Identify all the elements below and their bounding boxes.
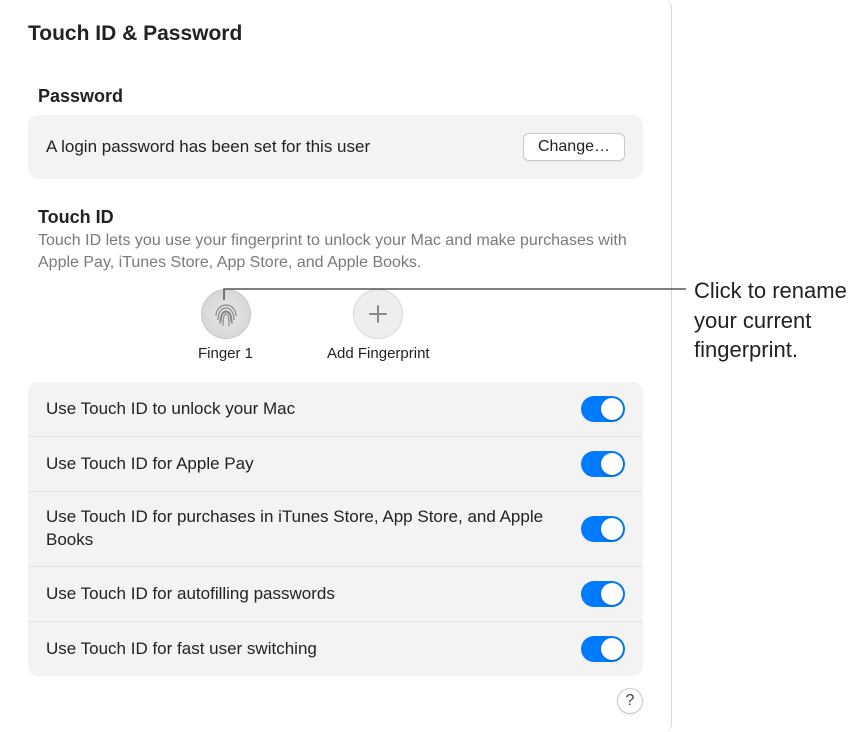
plus-icon — [353, 289, 403, 339]
setting-autofill: Use Touch ID for autofilling passwords — [28, 567, 643, 622]
touchid-description: Touch ID lets you use your fingerprint t… — [38, 230, 638, 273]
fingerprint-label: Finger 1 — [198, 345, 253, 362]
setting-label: Use Touch ID for purchases in iTunes Sto… — [46, 506, 546, 552]
setting-label: Use Touch ID for Apple Pay — [46, 453, 254, 476]
password-status: A login password has been set for this u… — [46, 137, 370, 157]
add-fingerprint-label: Add Fingerprint — [327, 345, 430, 362]
change-password-button[interactable]: Change… — [523, 133, 625, 161]
fingerprints-row: Finger 1 Add Fingerprint — [198, 289, 643, 362]
settings-panel: Touch ID & Password Password A login pas… — [0, 0, 672, 732]
toggle-purchases[interactable] — [581, 516, 625, 542]
setting-label: Use Touch ID for autofilling passwords — [46, 583, 335, 606]
setting-fast-user-switching: Use Touch ID for fast user switching — [28, 622, 643, 676]
touchid-header: Touch ID Touch ID lets you use your fing… — [38, 207, 643, 273]
setting-unlock-mac: Use Touch ID to unlock your Mac — [28, 382, 643, 437]
callout-text: Click to rename your current fingerprint… — [694, 276, 854, 365]
help-label: ? — [626, 692, 635, 710]
setting-label: Use Touch ID to unlock your Mac — [46, 398, 295, 421]
password-section-label: Password — [38, 86, 643, 107]
setting-apple-pay: Use Touch ID for Apple Pay — [28, 437, 643, 492]
touchid-section-label: Touch ID — [38, 207, 643, 228]
setting-purchases: Use Touch ID for purchases in iTunes Sto… — [28, 492, 643, 567]
toggle-fast-user-switching[interactable] — [581, 636, 625, 662]
fingerprint-item[interactable]: Finger 1 — [198, 289, 253, 362]
password-card: A login password has been set for this u… — [28, 115, 643, 179]
page-title: Touch ID & Password — [28, 22, 643, 46]
toggle-unlock-mac[interactable] — [581, 396, 625, 422]
toggle-apple-pay[interactable] — [581, 451, 625, 477]
toggle-autofill[interactable] — [581, 581, 625, 607]
help-button[interactable]: ? — [617, 688, 643, 714]
add-fingerprint-button[interactable]: Add Fingerprint — [327, 289, 430, 362]
fingerprint-icon — [201, 289, 251, 339]
touchid-settings-list: Use Touch ID to unlock your Mac Use Touc… — [28, 382, 643, 676]
setting-label: Use Touch ID for fast user switching — [46, 638, 317, 661]
